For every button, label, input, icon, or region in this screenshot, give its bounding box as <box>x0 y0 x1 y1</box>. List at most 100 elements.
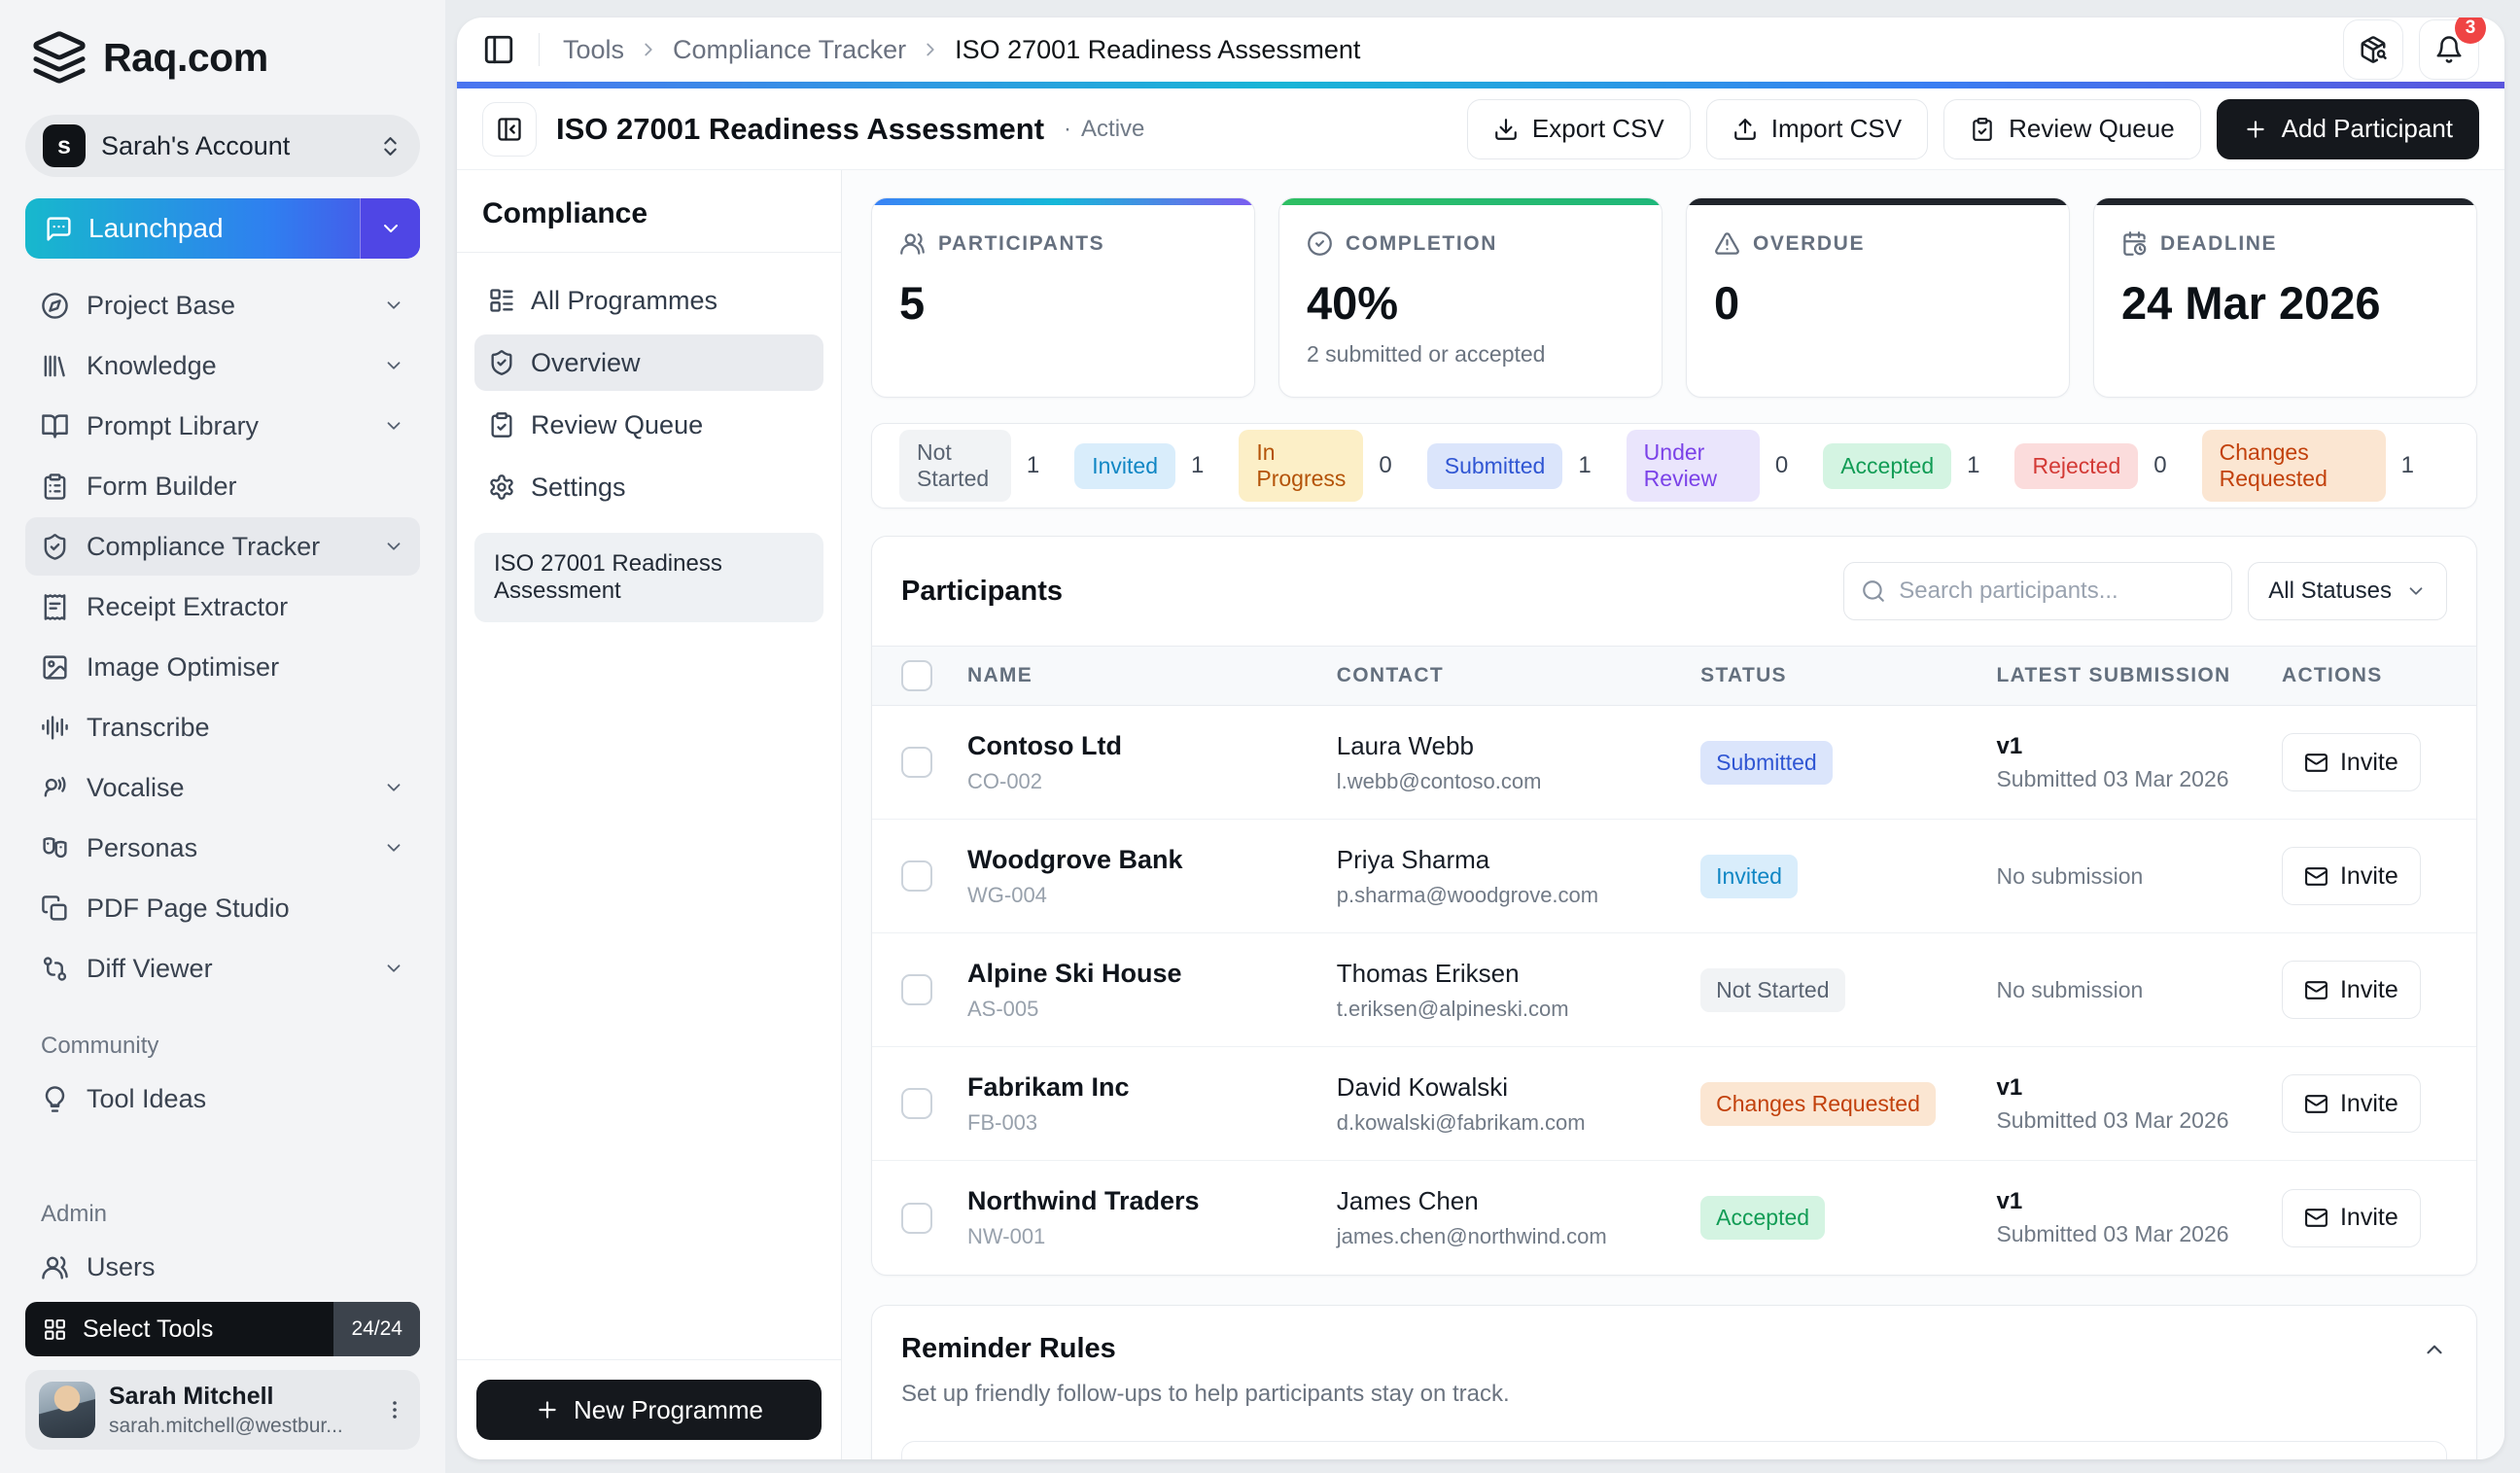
grid-icon <box>43 1317 67 1342</box>
submission-note: No submission <box>1996 976 2144 1002</box>
row-checkbox[interactable] <box>901 860 932 892</box>
new-programme-button[interactable]: New Programme <box>476 1380 822 1440</box>
profile-text: Sarah Mitchell sarah.mitchell@westbur... <box>109 1383 343 1438</box>
submission-note: No submission <box>1996 862 2144 889</box>
launchpad-main[interactable]: Launchpad <box>25 198 360 259</box>
receipt-icon <box>41 593 69 621</box>
sidebar-item-diff-viewer[interactable]: Diff Viewer <box>25 939 420 998</box>
sidebar-item-vocalise[interactable]: Vocalise <box>25 758 420 817</box>
stat-label: COMPLETION <box>1346 231 1497 255</box>
chevron-down-icon <box>383 415 404 437</box>
contact-name: James Chen <box>1336 1186 1479 1215</box>
search-icon <box>1861 579 1886 604</box>
compliance-subnav-title: Compliance <box>482 197 648 229</box>
row-checkbox[interactable] <box>901 974 932 1005</box>
sidebar-item-label: PDF Page Studio <box>87 893 290 923</box>
invite-button[interactable]: Invite <box>2281 1188 2421 1247</box>
launchpad-button[interactable]: Launchpad <box>25 198 420 259</box>
import-csv-button[interactable]: Import CSV <box>1705 98 1929 159</box>
row-checkbox[interactable] <box>901 1202 932 1234</box>
status-pill[interactable]: In Progress <box>1239 430 1364 502</box>
sidebar-item-knowledge[interactable]: Knowledge <box>25 336 420 395</box>
status-pill[interactable]: Accepted <box>1823 442 1952 489</box>
status-pill[interactable]: Submitted <box>1426 442 1563 489</box>
sidebar-item-receipt-extractor[interactable]: Receipt Extractor <box>25 578 420 636</box>
sidebar-item-pdf-page-studio[interactable]: PDF Page Studio <box>25 879 420 937</box>
sidebar-item-prompt-library[interactable]: Prompt Library <box>25 397 420 455</box>
search-input[interactable] <box>1843 562 2233 620</box>
download-icon <box>1493 117 1519 142</box>
mail-icon <box>2304 978 2328 1002</box>
subnav-item-settings[interactable]: Settings <box>474 459 823 515</box>
subnav-item-review-queue[interactable]: Review Queue <box>474 397 823 453</box>
invite-button[interactable]: Invite <box>2281 961 2421 1019</box>
new-programme-label: New Programme <box>573 1394 764 1424</box>
breadcrumb-compliance-tracker[interactable]: Compliance Tracker <box>673 35 906 65</box>
sidebar-item-transcribe[interactable]: Transcribe <box>25 698 420 756</box>
name-cell: Contoso Ltd CO-002 <box>967 731 1313 794</box>
panel-left-icon[interactable] <box>482 33 515 66</box>
invite-button[interactable]: Invite <box>2281 847 2421 905</box>
reminder-rule-row: Send 7 days before the deadline Disable <box>901 1441 2447 1459</box>
submission-note: Submitted 03 Mar 2026 <box>1996 1221 2229 1246</box>
status-pill[interactable]: Invited <box>1074 442 1175 489</box>
add-participant-button[interactable]: Add Participant <box>2216 98 2479 159</box>
more-vertical-icon[interactable] <box>383 1398 406 1421</box>
status-group-changes-requested: Changes Requested 1 <box>2201 430 2414 502</box>
sidebar-item-users[interactable]: Users <box>25 1238 420 1296</box>
brand-name: Raq.com <box>103 34 268 80</box>
sidebar-item-label: Tool Ideas <box>87 1083 207 1113</box>
image-icon <box>41 653 69 682</box>
participant-code: AS-005 <box>967 996 1039 1021</box>
chevron-down-icon <box>383 536 404 557</box>
sidebar-item-label: Receipt Extractor <box>87 591 289 621</box>
programme-item-iso-27001[interactable]: ISO 27001 Readiness Assessment <box>474 533 823 622</box>
status-filter-dropdown[interactable]: All Statuses <box>2248 562 2447 620</box>
collapse-subnav-button[interactable] <box>482 101 537 157</box>
subnav-item-overview[interactable]: Overview <box>474 334 823 391</box>
status-pill[interactable]: Not Started <box>899 430 1011 502</box>
app-sidebar: Raq.com s Sarah's Account Launchpad Proj… <box>0 0 445 1473</box>
submission-version: v1 <box>1996 1188 2023 1214</box>
sidebar-item-tool-ideas[interactable]: Tool Ideas <box>25 1070 420 1128</box>
subnav-item-all-programmes[interactable]: All Programmes <box>474 272 823 329</box>
status-pill[interactable]: Changes Requested <box>2201 430 2386 502</box>
status-pill[interactable]: Under Review <box>1626 430 1760 502</box>
column-header-contact: CONTACT <box>1336 664 1444 686</box>
breadcrumb-tools[interactable]: Tools <box>563 35 624 65</box>
status-badge: Invited <box>1700 854 1798 898</box>
account-switcher[interactable]: s Sarah's Account <box>25 115 420 177</box>
select-tools-main: Select Tools <box>25 1302 333 1356</box>
user-profile-card[interactable]: Sarah Mitchell sarah.mitchell@westbur... <box>25 1370 420 1450</box>
table-row: Fabrikam Inc FB-003 David Kowalski d.kow… <box>872 1047 2476 1161</box>
sidebar-item-form-builder[interactable]: Form Builder <box>25 457 420 515</box>
sidebar-item-label: Diff Viewer <box>87 953 213 983</box>
package-search-button[interactable] <box>2343 19 2403 80</box>
row-checkbox[interactable] <box>901 747 932 778</box>
export-csv-button[interactable]: Export CSV <box>1466 98 1691 159</box>
select-all-checkbox[interactable] <box>901 660 932 691</box>
notifications-button[interactable]: 3 <box>2419 18 2486 80</box>
profile-email: sarah.mitchell@westbur... <box>109 1414 343 1437</box>
contact-email: t.eriksen@alpineski.com <box>1336 996 1569 1021</box>
select-tools-button[interactable]: Select Tools 24/24 <box>25 1302 420 1356</box>
invite-button[interactable]: Invite <box>2281 1074 2421 1133</box>
status-pill[interactable]: Rejected <box>2014 442 2139 489</box>
status-pill-label: Rejected <box>2032 452 2121 478</box>
status-count: 1 <box>2400 452 2414 478</box>
status-count: 1 <box>1967 452 1980 478</box>
row-checkbox[interactable] <box>901 1088 932 1119</box>
sidebar-item-project-base[interactable]: Project Base <box>25 276 420 334</box>
status-badge-label: Invited <box>1716 862 1782 889</box>
actions-cell: Invite <box>2281 961 2447 1019</box>
invite-label: Invite <box>2339 975 2398 1003</box>
status-badge-label: Not Started <box>1716 976 1830 1002</box>
sidebar-item-image-optimiser[interactable]: Image Optimiser <box>25 638 420 696</box>
topbar-divider <box>539 33 540 66</box>
sidebar-item-personas[interactable]: Personas <box>25 819 420 877</box>
launchpad-expand[interactable] <box>360 198 420 259</box>
sidebar-item-compliance-tracker[interactable]: Compliance Tracker <box>25 517 420 576</box>
chevron-up-icon[interactable] <box>2422 1337 2447 1362</box>
invite-button[interactable]: Invite <box>2281 733 2421 791</box>
review-queue-button[interactable]: Review Queue <box>1943 98 2201 159</box>
